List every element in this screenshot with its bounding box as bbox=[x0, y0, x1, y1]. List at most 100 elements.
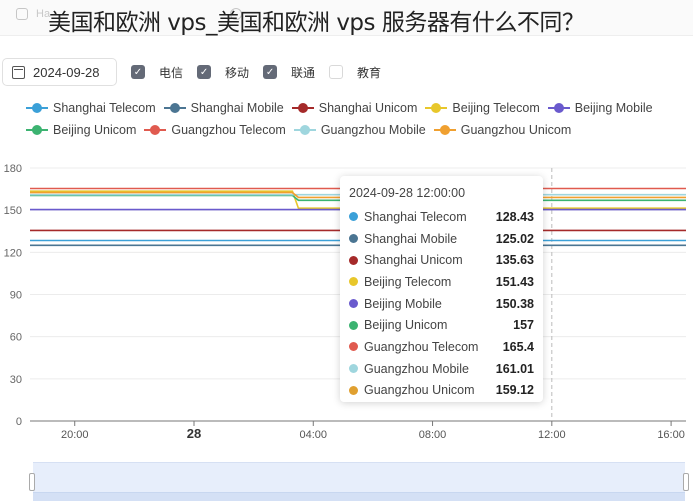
checkbox-label: 电信 bbox=[159, 65, 184, 80]
checkmark-icon[interactable]: ✓ bbox=[197, 65, 212, 79]
series-dot-icon bbox=[349, 277, 358, 287]
tooltip-series-value: 128.43 bbox=[495, 209, 534, 224]
tooltip-series-value: 161.01 bbox=[495, 361, 534, 376]
series-dot-icon bbox=[349, 364, 358, 374]
tooltip-row: Guangzhou Mobile 161.01 bbox=[349, 358, 534, 380]
tooltip-series-name: Beijing Unicom bbox=[364, 318, 448, 333]
tooltip-row: Beijing Unicom 157 bbox=[349, 314, 534, 336]
legend-marker-icon bbox=[144, 125, 167, 135]
legend-item[interactable]: Beijing Telecom bbox=[425, 101, 540, 115]
legend-marker-icon bbox=[163, 103, 186, 113]
legend-label: Beijing Telecom bbox=[452, 101, 540, 115]
legend-label: Beijing Mobile bbox=[574, 101, 653, 115]
tooltip-series-name: Shanghai Mobile bbox=[364, 231, 458, 246]
slider-handle-left[interactable] bbox=[29, 473, 35, 491]
legend-label: Shanghai Unicom bbox=[318, 101, 418, 115]
legend-item[interactable]: Beijing Mobile bbox=[547, 101, 653, 115]
legend-item[interactable]: Shanghai Telecom bbox=[26, 101, 156, 115]
series-dot-icon bbox=[349, 320, 358, 330]
y-tick-label: 0 bbox=[16, 416, 22, 428]
tooltip-row: Beijing Mobile 150.38 bbox=[349, 293, 534, 315]
legend-marker-icon bbox=[425, 103, 448, 113]
tooltip-series-value: 150.38 bbox=[495, 296, 534, 311]
tooltip-series-value: 151.43 bbox=[495, 274, 534, 289]
legend-label: Shanghai Mobile bbox=[190, 101, 284, 115]
checkbox-label: 联通 bbox=[291, 65, 316, 80]
legend-marker-icon bbox=[26, 125, 48, 135]
tooltip-row: Shanghai Unicom 135.63 bbox=[349, 249, 534, 271]
y-tick-label: 60 bbox=[10, 332, 22, 344]
checkmark-icon[interactable]: ✓ bbox=[131, 65, 145, 79]
legend-item[interactable]: Shanghai Mobile bbox=[163, 101, 284, 115]
series-dot-icon bbox=[349, 212, 358, 222]
checkmark-icon[interactable]: ✓ bbox=[263, 65, 278, 79]
data-zoom-slider[interactable] bbox=[29, 462, 689, 501]
legend-label: Beijing Unicom bbox=[53, 123, 137, 137]
tooltip-row: Shanghai Telecom 128.43 bbox=[349, 206, 534, 228]
legend-marker-icon bbox=[547, 103, 570, 113]
tooltip-series-value: 125.02 bbox=[495, 231, 534, 246]
tab-icon bbox=[16, 8, 28, 20]
legend-label: Shanghai Telecom bbox=[53, 101, 156, 115]
y-tick-label: 180 bbox=[4, 163, 22, 175]
legend-label: Guangzhou Telecom bbox=[171, 123, 286, 137]
series-dot-icon bbox=[349, 385, 358, 395]
x-tick-label: 16:00 bbox=[657, 429, 685, 441]
tooltip-row: Shanghai Mobile 125.02 bbox=[349, 228, 534, 250]
chart-tooltip: 2024-09-28 12:00:00 Shanghai Telecom 128.… bbox=[340, 176, 543, 402]
calendar-icon bbox=[12, 65, 25, 79]
date-picker[interactable]: 2024-09-28 bbox=[2, 58, 117, 86]
checkbox-1[interactable]: ✓ 移动 bbox=[197, 64, 249, 81]
legend-marker-icon bbox=[433, 125, 456, 135]
series-dot-icon bbox=[349, 255, 358, 265]
checkbox-empty-icon[interactable] bbox=[329, 65, 344, 79]
legend-label: Guangzhou Mobile bbox=[320, 123, 426, 137]
tooltip-series-name: Shanghai Telecom bbox=[364, 209, 467, 224]
tooltip-series-name: Beijing Telecom bbox=[364, 274, 452, 289]
tooltip-row: Guangzhou Unicom 159.12 bbox=[349, 380, 534, 402]
tooltip-series-value: 157 bbox=[513, 318, 534, 333]
slider-handle-right[interactable] bbox=[683, 473, 689, 491]
series-dot-icon bbox=[349, 234, 358, 244]
series-dot-icon bbox=[349, 342, 358, 352]
filter-controls: 2024-09-28 ✓ 电信 ✓ 移动 ✓ 联通 教育 bbox=[0, 58, 381, 86]
tooltip-series-name: Guangzhou Mobile bbox=[364, 361, 469, 376]
x-tick-label: 28 bbox=[187, 426, 201, 441]
checkbox-label: 教育 bbox=[357, 65, 382, 80]
legend-item[interactable]: Beijing Unicom bbox=[26, 123, 136, 137]
x-tick-label: 12:00 bbox=[538, 429, 566, 441]
tooltip-series-name: Shanghai Unicom bbox=[364, 253, 463, 268]
legend-marker-icon bbox=[26, 103, 48, 113]
tooltip-series-value: 135.63 bbox=[495, 253, 534, 268]
legend-marker-icon bbox=[291, 103, 314, 113]
legend-label: Guangzhou Unicom bbox=[460, 123, 572, 137]
checkbox-0[interactable]: ✓ 电信 bbox=[131, 64, 183, 81]
legend-marker-icon bbox=[293, 125, 316, 135]
y-tick-label: 150 bbox=[4, 205, 22, 217]
page-title: 美国和欧洲 vps_美国和欧洲 vps 服务器有什么不同？ bbox=[48, 10, 585, 36]
x-tick-label: 08:00 bbox=[419, 429, 447, 441]
tooltip-row: Beijing Telecom 151.43 bbox=[349, 271, 534, 293]
tooltip-series-value: 159.12 bbox=[495, 383, 534, 398]
checkbox-2[interactable]: ✓ 联通 bbox=[263, 64, 315, 81]
legend-item[interactable]: Guangzhou Unicom bbox=[433, 123, 572, 137]
tooltip-series-name: Beijing Mobile bbox=[364, 296, 442, 311]
tooltip-series-name: Guangzhou Unicom bbox=[364, 383, 475, 398]
chart-legend: Shanghai Telecom Shanghai Mobile Shanghai … bbox=[26, 97, 686, 141]
tooltip-series-value: 165.4 bbox=[502, 339, 534, 354]
tooltip-series-name: Guangzhou Telecom bbox=[364, 339, 479, 354]
tooltip-row: Guangzhou Telecom 165.4 bbox=[349, 336, 534, 358]
legend-item[interactable]: Guangzhou Mobile bbox=[293, 123, 426, 137]
checkbox-3[interactable]: 教育 bbox=[329, 64, 381, 81]
date-value: 2024-09-28 bbox=[33, 64, 100, 80]
legend-item[interactable]: Guangzhou Telecom bbox=[144, 123, 286, 137]
tooltip-title: 2024-09-28 12:00:00 bbox=[349, 186, 466, 200]
legend-item[interactable]: Shanghai Unicom bbox=[291, 101, 418, 115]
series-dot-icon bbox=[349, 299, 358, 309]
y-tick-label: 30 bbox=[10, 374, 22, 386]
y-tick-label: 90 bbox=[10, 290, 22, 302]
x-tick-label: 04:00 bbox=[300, 429, 328, 441]
y-tick-label: 120 bbox=[4, 247, 22, 259]
x-tick-label: 20:00 bbox=[61, 429, 89, 441]
checkbox-label: 移动 bbox=[225, 65, 250, 80]
